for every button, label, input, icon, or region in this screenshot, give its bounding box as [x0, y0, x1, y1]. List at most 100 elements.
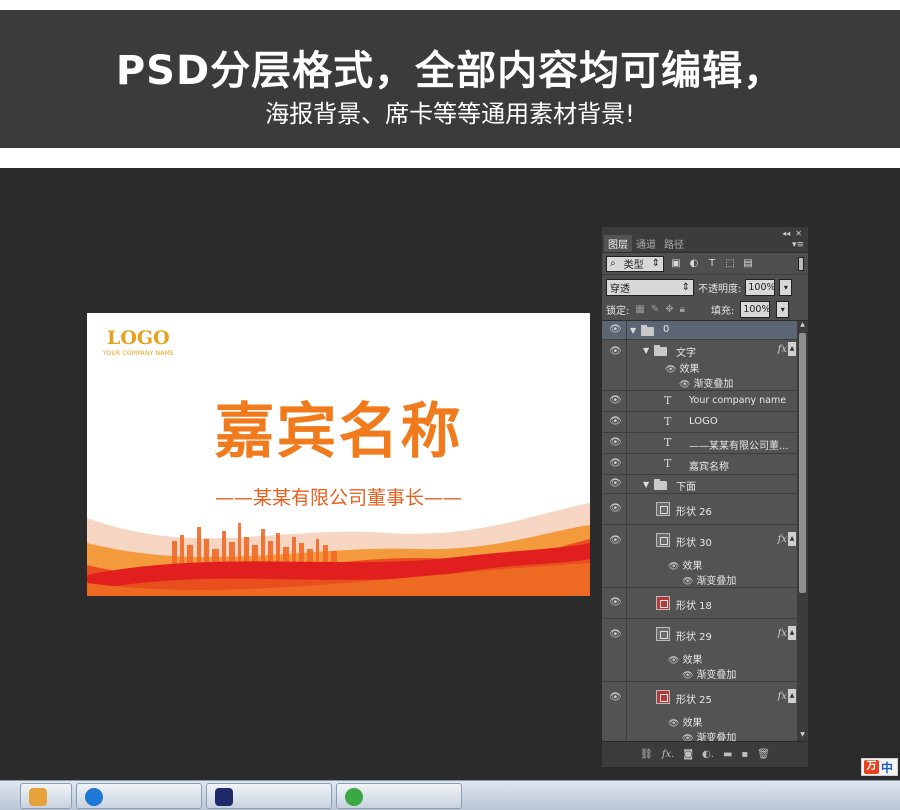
ime-indicator[interactable]: 万 中 [861, 758, 898, 776]
layer-shape-25[interactable]: 👁︎ 形状 25 fx ▲ 👁︎ 效果 👁︎ 渐变叠加 [602, 682, 797, 741]
tab-channels[interactable]: 通道 [632, 235, 660, 252]
tab-paths[interactable]: 路径 [660, 235, 688, 252]
effects-label: 效果 [682, 718, 703, 729]
type-filter-icon[interactable]: T [706, 258, 718, 269]
shape-thumbnail-icon [656, 596, 670, 610]
collapse-icon[interactable]: ◂◂ [782, 229, 790, 238]
lock-brush-icon[interactable]: ✎ [651, 304, 659, 315]
fill-dropdown-icon[interactable]: ▾ [776, 301, 790, 318]
caret-down-icon[interactable]: ▼ [630, 326, 636, 335]
shape-thumbnail-icon [656, 502, 670, 516]
layer-text-company[interactable]: 👁︎ T Your company name [602, 391, 797, 412]
layers-scrollbar[interactable]: ▲ ▼ [797, 321, 808, 741]
eye-icon[interactable]: 👁︎ [668, 562, 679, 572]
layer-group-0[interactable]: 👁︎ ▼ 0 [602, 321, 797, 340]
layers-panel-footer: ⛓ fx. ◙ ◐. ▬ ▪ 🗑︎ [602, 741, 808, 767]
taskbar-item[interactable] [20, 783, 72, 809]
eye-icon[interactable]: 👁︎ [668, 656, 679, 666]
adjustment-filter-icon[interactable]: ◐ [688, 258, 700, 269]
eye-icon[interactable]: 👁︎ [665, 365, 676, 375]
eye-icon[interactable]: 👁︎ [668, 719, 679, 729]
new-layer-icon[interactable]: ▪ [741, 749, 748, 760]
eye-icon[interactable]: 👁︎ [609, 437, 622, 449]
link-icon[interactable]: ⛓ [640, 749, 653, 760]
scroll-up-icon[interactable]: ▲ [797, 321, 808, 331]
eye-icon[interactable]: 👁︎ [679, 380, 690, 390]
effects-label: 效果 [682, 561, 703, 572]
eye-icon[interactable]: 👁︎ [609, 324, 622, 336]
fx-toggle-icon[interactable]: ▲ [788, 342, 796, 356]
layer-shape-26[interactable]: 👁︎ 形状 26 [602, 494, 797, 525]
eye-icon[interactable]: 👁︎ [609, 535, 622, 547]
business-card-canvas[interactable]: LOGO YOUR COMPANY NAME 嘉宾名称 ——某某有限公司董事长—… [87, 313, 590, 596]
shape-thumbnail-icon [656, 533, 670, 547]
adjustment-icon[interactable]: ◐. [702, 749, 714, 760]
eye-icon[interactable]: 👁︎ [609, 478, 622, 490]
chevron-updown-icon: ⇕ [651, 258, 660, 269]
wechat-app-icon [345, 788, 363, 806]
fx-toggle-icon[interactable]: ▲ [788, 626, 796, 640]
fill-field[interactable]: 100% [740, 301, 770, 318]
eye-icon[interactable]: 👁︎ [609, 416, 622, 428]
card-guest-name: 嘉宾名称 [214, 397, 463, 467]
scroll-down-icon[interactable]: ▼ [797, 731, 808, 741]
trash-icon[interactable]: 🗑︎ [757, 749, 770, 760]
layer-name: 文字 [676, 348, 696, 359]
blend-mode-select[interactable]: 穿透 ⇕ [606, 278, 694, 296]
layer-text-name[interactable]: 👁︎ T 嘉宾名称 [602, 454, 797, 475]
fx-icon[interactable]: fx [778, 691, 787, 702]
fx-icon[interactable]: fx [778, 534, 787, 545]
fx-toggle-icon[interactable]: ▲ [788, 532, 796, 546]
pixel-filter-icon[interactable]: ▣ [670, 258, 682, 269]
effects-row: 👁︎ 效果 [668, 557, 702, 572]
layer-shape-30[interactable]: 👁︎ 形状 30 fx ▲ 👁︎ 效果 👁︎ 渐变叠加 [602, 525, 797, 588]
fx-icon[interactable]: fx [778, 344, 787, 355]
ime-language: 中 [881, 760, 894, 775]
caret-down-icon[interactable]: ▼ [643, 346, 649, 355]
taskbar-item[interactable] [76, 783, 202, 809]
fx-icon[interactable]: fx [778, 628, 787, 639]
layer-shape-18[interactable]: 👁︎ 形状 18 [602, 588, 797, 619]
opacity-field[interactable]: 100% [745, 278, 776, 296]
banner-title: PSD分层格式，全部内容均可编辑， [115, 48, 785, 94]
eye-icon[interactable]: 👁︎ [609, 692, 622, 704]
layer-group-text[interactable]: 👁︎ ▼ 文字 fx ▲ 👁︎ 效果 👁︎ 渐变叠加 [602, 340, 797, 391]
lock-all-icon[interactable]: 🔒︎ [680, 304, 685, 315]
effects-label: 效果 [682, 655, 703, 666]
fx-add-icon[interactable]: fx. [662, 749, 675, 760]
eye-icon[interactable]: 👁︎ [609, 629, 622, 641]
scroll-thumb[interactable] [799, 333, 806, 593]
eye-icon[interactable]: 👁︎ [682, 734, 693, 741]
gradient-overlay-label: 渐变叠加 [696, 576, 737, 587]
lock-move-icon[interactable]: ✥ [665, 304, 673, 315]
eye-icon[interactable]: 👁︎ [609, 597, 622, 609]
taskbar-item[interactable] [336, 783, 462, 809]
eye-icon[interactable]: 👁︎ [609, 395, 622, 407]
filter-kind-select[interactable]: ⌕ 类型 ⇕ [606, 255, 664, 272]
mask-icon[interactable]: ◙ [683, 749, 693, 760]
eye-icon[interactable]: 👁︎ [682, 671, 693, 681]
fx-toggle-icon[interactable]: ▲ [788, 689, 796, 703]
gradient-overlay-label: 渐变叠加 [696, 670, 737, 681]
layer-group-below[interactable]: 👁︎ ▼ 下面 [602, 475, 797, 494]
smartobject-filter-icon[interactable]: ▤ [742, 258, 754, 269]
tab-layers[interactable]: 图层 [604, 235, 632, 252]
opacity-dropdown-icon[interactable]: ▾ [779, 278, 793, 296]
layer-text-title[interactable]: 👁︎ T ——某某有限公司董... [602, 433, 797, 454]
lock-transparent-icon[interactable]: ▦ [635, 304, 644, 315]
close-icon[interactable]: ✕ [795, 229, 802, 238]
caret-down-icon[interactable]: ▼ [643, 480, 649, 489]
eye-icon[interactable]: 👁︎ [609, 346, 622, 358]
layer-text-logo[interactable]: 👁︎ T LOGO [602, 412, 797, 433]
canvas-workspace[interactable]: LOGO YOUR COMPANY NAME 嘉宾名称 ——某某有限公司董事长—… [0, 168, 900, 780]
shape-filter-icon[interactable]: ⬚ [724, 258, 736, 269]
filter-toggle[interactable] [798, 256, 804, 271]
panel-menu-icon[interactable]: ▾≡ [792, 240, 804, 250]
eye-icon[interactable]: 👁︎ [609, 503, 622, 515]
taskbar-item[interactable] [206, 783, 332, 809]
eye-icon[interactable]: 👁︎ [682, 577, 693, 587]
banner-subtitle: 海报背景、席卡等等通用素材背景! [265, 100, 635, 128]
layer-shape-29[interactable]: 👁︎ 形状 29 fx ▲ 👁︎ 效果 👁︎ 渐变叠加 [602, 619, 797, 682]
eye-icon[interactable]: 👁︎ [609, 458, 622, 470]
new-group-icon[interactable]: ▬ [723, 749, 732, 760]
